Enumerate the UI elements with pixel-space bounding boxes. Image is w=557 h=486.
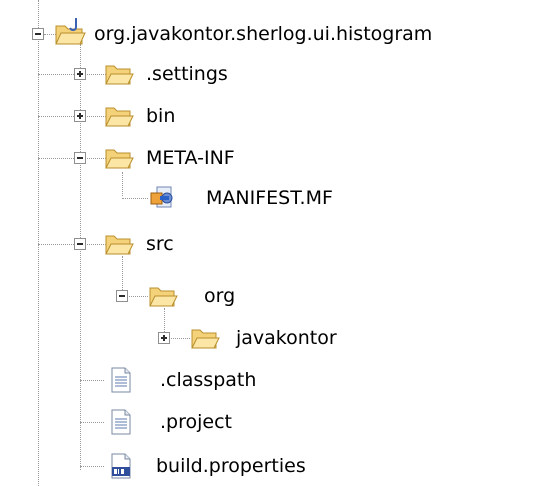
tree-item-javakontor[interactable]: javakontor bbox=[0, 320, 557, 356]
collapse-toggle[interactable] bbox=[74, 238, 86, 250]
collapse-toggle[interactable] bbox=[32, 28, 44, 40]
tree-item-label: org bbox=[204, 285, 236, 307]
tree-connector bbox=[38, 158, 106, 159]
collapse-toggle[interactable] bbox=[116, 290, 128, 302]
tree-connector bbox=[38, 116, 106, 117]
tree-connector bbox=[38, 74, 106, 75]
tree-connector bbox=[80, 380, 104, 381]
folder-icon bbox=[105, 65, 134, 85]
tree-item-label: build.properties bbox=[156, 455, 306, 477]
text-file-icon bbox=[111, 409, 131, 435]
collapse-toggle[interactable] bbox=[74, 152, 86, 164]
folder-icon bbox=[105, 107, 134, 127]
expand-toggle[interactable] bbox=[158, 332, 170, 344]
folder-icon bbox=[105, 235, 134, 255]
tree-item-label: .project bbox=[160, 411, 232, 433]
tree-item-label: org.javakontor.sherlog.ui.histogram bbox=[94, 23, 433, 45]
tree-item-build-properties[interactable]: build.properties bbox=[0, 448, 557, 484]
folder-icon bbox=[149, 287, 178, 307]
tree-connector bbox=[38, 244, 106, 245]
properties-file-icon bbox=[111, 453, 131, 479]
tree-connector bbox=[80, 466, 104, 467]
tree-item-label: .classpath bbox=[160, 369, 257, 391]
tree-item-org[interactable]: org bbox=[0, 278, 557, 314]
tree-item-bin[interactable]: bin bbox=[0, 98, 557, 134]
tree-item-src[interactable]: src bbox=[0, 226, 557, 262]
tree-item-classpath[interactable]: .classpath bbox=[0, 362, 557, 398]
tree-connector bbox=[80, 422, 104, 423]
tree-item-label: META-INF bbox=[146, 147, 235, 169]
tree-item-meta-inf[interactable]: META-INF bbox=[0, 140, 557, 176]
tree-item-label: bin bbox=[146, 105, 176, 127]
tree-item-label: MANIFEST.MF bbox=[206, 187, 333, 209]
tree-item-label: src bbox=[146, 233, 174, 255]
tree-item-project-file[interactable]: .project bbox=[0, 404, 557, 440]
tree-item-settings[interactable]: .settings bbox=[0, 56, 557, 92]
expand-toggle[interactable] bbox=[74, 110, 86, 122]
tree-connector bbox=[122, 198, 148, 199]
folder-icon bbox=[105, 149, 134, 169]
tree-item-manifest[interactable]: MANIFEST.MF bbox=[0, 180, 557, 216]
tree-item-project[interactable]: org.javakontor.sherlog.ui.histogram bbox=[0, 16, 557, 52]
manifest-file-icon bbox=[150, 186, 173, 208]
tree-item-label: javakontor bbox=[236, 327, 337, 349]
java-project-folder-icon bbox=[55, 18, 86, 45]
project-explorer-tree: org.javakontor.sherlog.ui.histogram .set… bbox=[0, 0, 557, 486]
folder-icon bbox=[191, 329, 220, 349]
tree-item-label: .settings bbox=[146, 63, 228, 85]
text-file-icon bbox=[111, 367, 131, 393]
expand-toggle[interactable] bbox=[74, 68, 86, 80]
